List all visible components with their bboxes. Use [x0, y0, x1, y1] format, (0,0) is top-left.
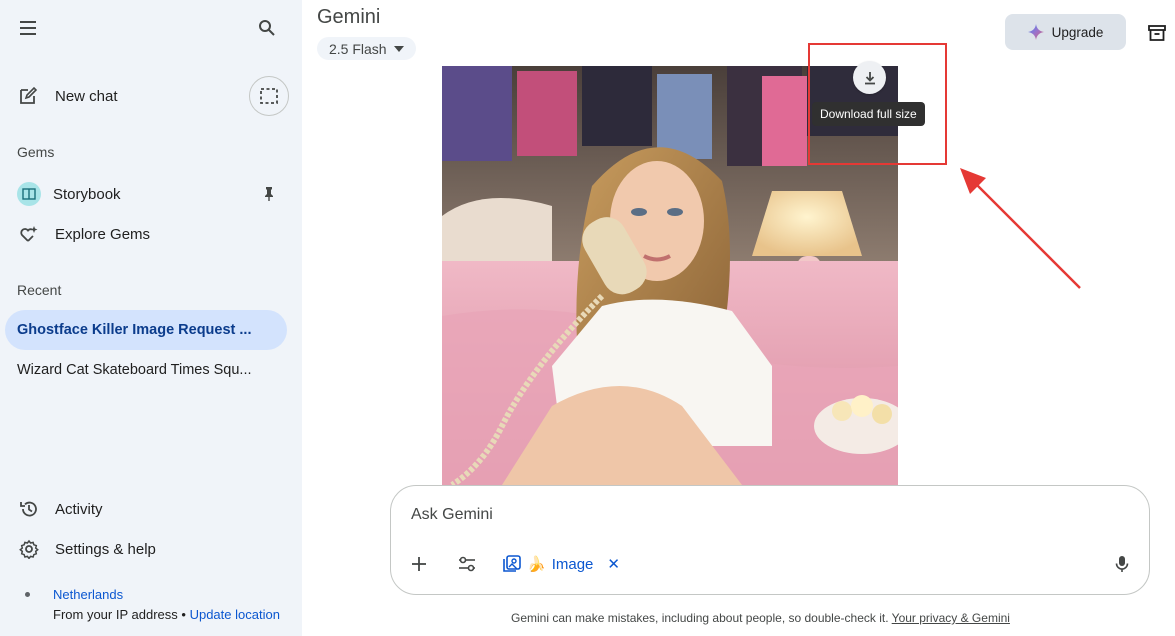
- prompt-input[interactable]: Ask Gemini: [411, 506, 493, 524]
- dashed-square-icon: [260, 88, 278, 104]
- image-library-icon: [503, 555, 521, 572]
- gems-heading: Gems: [17, 144, 55, 160]
- update-location-link[interactable]: Update location: [190, 607, 280, 622]
- caret-down-icon: [393, 45, 404, 52]
- hamburger-icon: [20, 21, 36, 35]
- image-tool-chip[interactable]: 🍌 Image ✕: [503, 552, 620, 576]
- location-separator: •: [181, 607, 186, 622]
- annotation-highlight-box: [808, 43, 947, 165]
- gem-item-storybook[interactable]: Storybook: [17, 181, 121, 207]
- recent-chat-label: Ghostface Killer Image Request ...: [17, 322, 252, 338]
- search-icon: [259, 20, 275, 36]
- location-source-line: From your IP address • Update location: [53, 607, 280, 622]
- settings-help-button[interactable]: Settings & help: [19, 537, 156, 561]
- main-menu-button[interactable]: [11, 10, 47, 46]
- explore-gems-button[interactable]: Explore Gems: [19, 221, 150, 247]
- banana-icon: 🍌: [527, 556, 546, 573]
- footer-disclaimer: Gemini can make mistakes, including abou…: [511, 611, 1010, 625]
- prompt-composer: Ask Gemini 🍌 Image ✕: [390, 485, 1150, 595]
- privacy-link[interactable]: Your privacy & Gemini: [892, 611, 1010, 625]
- sliders-icon: [459, 556, 475, 572]
- gear-icon: [19, 539, 39, 559]
- recent-chat-item[interactable]: Wizard Cat Skateboard Times Squ...: [5, 350, 287, 390]
- remove-tool-button[interactable]: ✕: [607, 555, 620, 573]
- pin-icon[interactable]: [260, 184, 278, 204]
- settings-help-label: Settings & help: [55, 540, 156, 558]
- explore-gems-label: Explore Gems: [55, 225, 151, 243]
- tools-button[interactable]: [455, 552, 479, 576]
- microphone-button[interactable]: [1110, 552, 1134, 576]
- gemini-app: New chat Gems Storybook Explore Gems Rec…: [0, 0, 1175, 636]
- archive-icon: [1148, 25, 1166, 41]
- activity-button[interactable]: Activity: [19, 497, 103, 521]
- temporary-chat-button[interactable]: [249, 76, 289, 116]
- archive-button[interactable]: [1144, 20, 1170, 46]
- microphone-icon: [1115, 556, 1129, 572]
- image-tool-label: Image: [551, 555, 594, 573]
- gem-label: Storybook: [53, 185, 121, 203]
- recent-chat-item-active[interactable]: Ghostface Killer Image Request ...: [5, 310, 287, 350]
- sparkle-icon: [1027, 24, 1044, 40]
- disclaimer-text: Gemini can make mistakes, including abou…: [511, 611, 889, 625]
- search-button[interactable]: [249, 10, 285, 46]
- annotation-arrow: [960, 168, 1081, 289]
- sidebar: New chat Gems Storybook Explore Gems Rec…: [0, 0, 302, 636]
- model-label: 2.5 Flash: [329, 40, 387, 57]
- gem-sparkle-icon: [20, 226, 38, 242]
- location-source: From your IP address: [53, 607, 178, 622]
- upgrade-button[interactable]: Upgrade: [1005, 14, 1126, 50]
- new-chat-button[interactable]: New chat: [18, 84, 118, 108]
- edit-icon: [20, 86, 38, 104]
- plus-icon: [412, 557, 426, 571]
- recent-heading: Recent: [17, 282, 62, 298]
- page-title: Gemini: [317, 6, 381, 28]
- activity-label: Activity: [55, 500, 103, 518]
- history-icon: [20, 501, 37, 517]
- model-selector[interactable]: 2.5 Flash: [317, 37, 416, 60]
- new-chat-label: New chat: [55, 87, 118, 105]
- recent-chat-label: Wizard Cat Skateboard Times Squ...: [17, 362, 252, 378]
- book-icon: [17, 182, 41, 206]
- location-country: Netherlands: [53, 587, 124, 602]
- upgrade-label: Upgrade: [1051, 24, 1104, 40]
- location-dot: [25, 592, 30, 597]
- add-attachment-button[interactable]: [407, 552, 431, 576]
